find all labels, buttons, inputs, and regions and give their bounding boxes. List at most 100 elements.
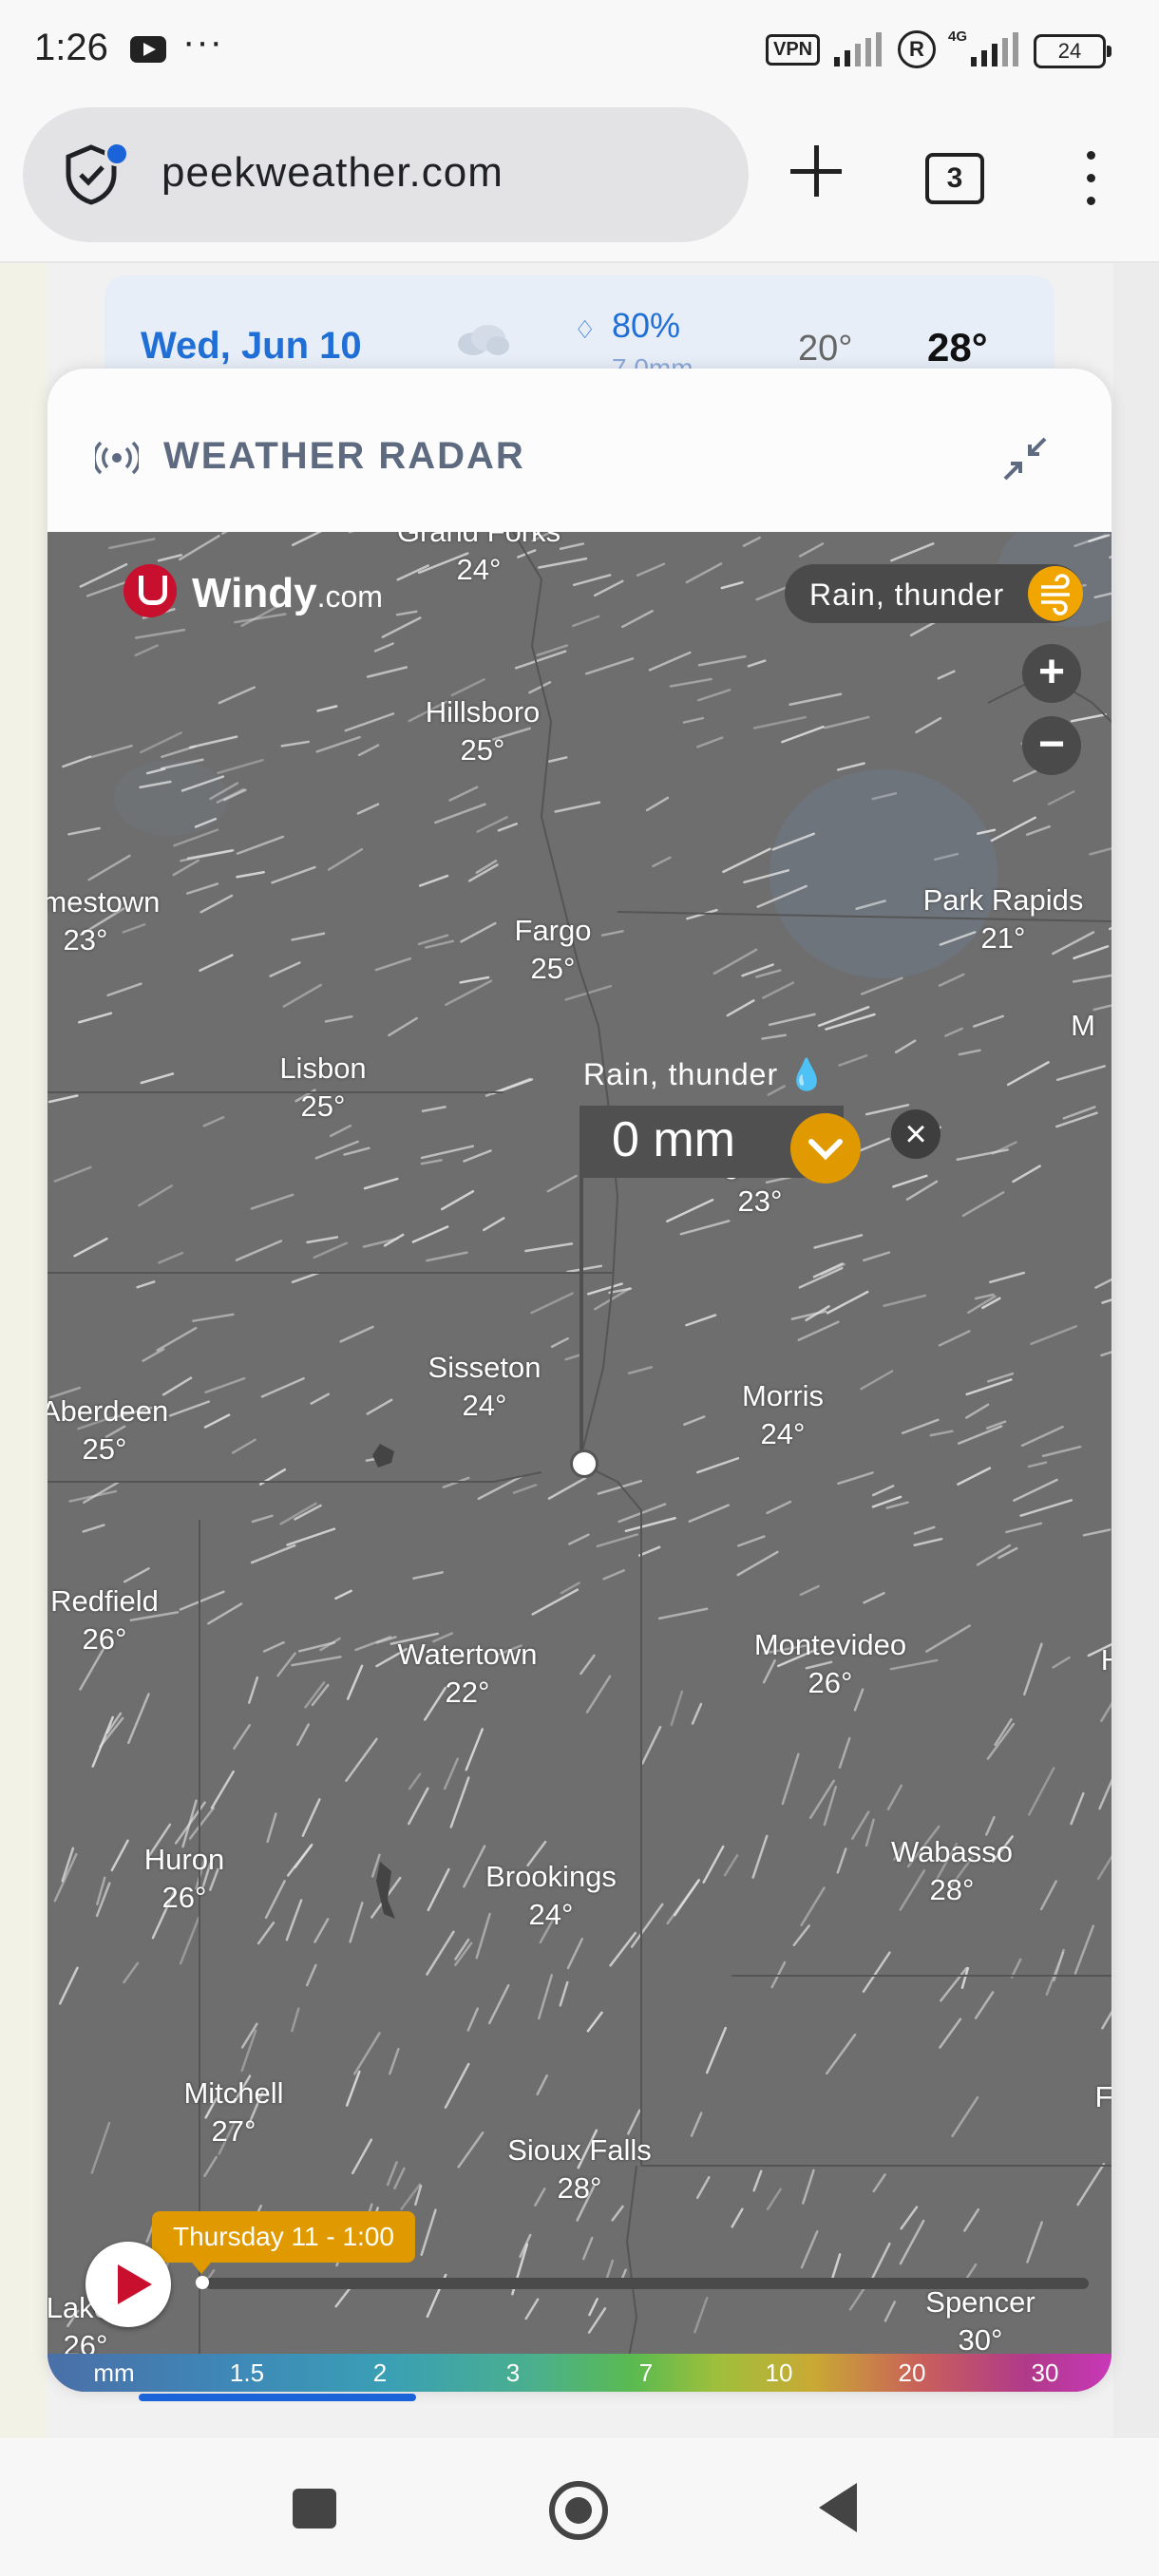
browser-toolbar: peekweather.com 3 (0, 100, 1159, 263)
city-label[interactable]: Sioux Falls 28° (507, 2131, 652, 2207)
popup-value: 0 mm (612, 1112, 735, 1167)
wind-layer-icon[interactable] (1028, 566, 1083, 621)
wind-streak (271, 865, 316, 884)
wind-streak (449, 1776, 470, 1828)
wind-streak (466, 2007, 479, 2032)
wind-streak (1052, 1656, 1071, 1669)
wind-streak (813, 1234, 864, 1249)
scale-value: 7 (638, 2358, 654, 2387)
wind-streak (395, 610, 418, 616)
wind-streak (235, 1240, 283, 1261)
wind-streak (140, 1072, 175, 1085)
wind-streak (465, 1728, 484, 1771)
city-temp: 24° (528, 1898, 574, 1931)
wind-streak (497, 823, 518, 832)
zoom-in-button[interactable]: + (1022, 644, 1081, 703)
city-temp: 21° (980, 921, 1026, 955)
wind-streak (463, 1149, 492, 1163)
wind-streak (752, 2169, 763, 2192)
wind-streak (448, 786, 479, 802)
city-label[interactable]: M (1071, 1007, 1095, 1045)
wind-streak (766, 1500, 792, 1515)
tab-switcher-icon[interactable]: 3 (925, 153, 984, 204)
city-name: Grand Forks (397, 532, 560, 551)
wind-streak (761, 1033, 787, 1040)
city-label[interactable]: H (1101, 1641, 1112, 1679)
scale-value: 3 (505, 2358, 521, 2387)
city-name: Sisseton (428, 1351, 542, 1384)
menu-icon[interactable] (1077, 147, 1106, 210)
city-label[interactable]: Huron 26° (144, 1841, 224, 1917)
wind-streak (260, 1377, 305, 1398)
play-button[interactable] (86, 2242, 171, 2327)
wind-streak (374, 957, 412, 972)
wind-streak (781, 1752, 800, 1806)
city-label[interactable]: Spencer 30° (925, 2283, 1035, 2359)
wind-streak (957, 1467, 992, 1486)
wind-streak (726, 999, 755, 1017)
wind-streak (641, 1726, 662, 1765)
home-icon[interactable] (549, 2481, 608, 2540)
city-temp: 24° (456, 553, 502, 586)
wind-streak (944, 1027, 963, 1037)
layer-selector[interactable]: Rain, thunder (785, 564, 1083, 623)
city-label[interactable]: Brookings 24° (485, 1858, 617, 1934)
city-label[interactable]: Park Rapids 21° (923, 881, 1084, 957)
wind-streak (282, 983, 322, 1008)
city-label[interactable]: Redfield 26° (50, 1582, 159, 1658)
wind-streak (139, 731, 182, 754)
city-label[interactable]: Grand Forks 24° (397, 532, 560, 589)
city-label[interactable]: Fargo 25° (515, 912, 592, 988)
wind-streak (864, 1818, 875, 1847)
wind-streak (685, 1314, 717, 1327)
new-tab-icon[interactable] (785, 140, 847, 202)
close-icon[interactable]: × (891, 1109, 940, 1159)
zoom-out-button[interactable]: − (1022, 716, 1081, 775)
popup-pin-marker[interactable] (570, 1449, 598, 1478)
wind-streak (566, 1264, 603, 1274)
timeline-handle[interactable] (196, 2276, 209, 2289)
wind-streak (524, 2298, 540, 2320)
city-label[interactable]: Wabasso 28° (891, 1833, 1013, 1909)
wind-streak (345, 1737, 378, 1782)
city-label[interactable]: Jamestown 23° (48, 883, 160, 959)
notification-dot (104, 142, 129, 166)
city-label[interactable]: Hillsboro 25° (426, 693, 541, 769)
wind-streak (440, 1190, 475, 1211)
radar-map[interactable]: Windy.com Rain, thunder + − Grand Forks 2… (48, 532, 1112, 2392)
wind-streak (388, 1016, 418, 1037)
city-label[interactable]: Sisseton 24° (428, 1349, 542, 1425)
wind-streak (389, 2047, 400, 2075)
wind-streak (524, 1242, 574, 1253)
wind-streak (179, 1916, 200, 1965)
city-label[interactable]: Morris 24° (742, 1377, 824, 1453)
back-icon[interactable] (819, 2483, 857, 2532)
url-text[interactable]: peekweather.com (162, 149, 504, 197)
city-label[interactable]: Lisbon 25° (279, 1050, 366, 1126)
wind-streak (722, 847, 771, 874)
wind-streak (351, 2138, 373, 2175)
city-temp: 25° (82, 1432, 127, 1466)
address-bar[interactable]: peekweather.com (23, 107, 749, 242)
recents-icon[interactable] (293, 2489, 336, 2529)
wind-streak (636, 562, 666, 578)
wind-streak (600, 930, 624, 937)
city-name: H (1101, 1641, 1112, 1679)
wind-streak (1062, 1106, 1096, 1120)
city-label[interactable]: Montevideo 26° (754, 1626, 906, 1702)
wind-streak (459, 975, 490, 984)
city-label[interactable]: Watertown 22° (397, 1636, 537, 1712)
city-name: Aberdeen (48, 1394, 169, 1428)
collapse-icon[interactable] (1003, 437, 1047, 481)
city-temp: 22° (445, 1676, 490, 1709)
wind-streak (1027, 1461, 1048, 1468)
wind-streak (247, 1676, 259, 1704)
city-label[interactable]: Mitchell 27° (183, 2074, 283, 2150)
city-label[interactable]: F (1095, 2078, 1112, 2116)
wind-streak (1039, 1880, 1057, 1911)
wind-streak (751, 1834, 769, 1879)
timeline-scrubber[interactable] (205, 2278, 1089, 2289)
chevron-down-icon[interactable] (790, 1113, 861, 1184)
wind-streak (199, 954, 234, 972)
city-label[interactable]: Aberdeen 25° (48, 1392, 168, 1468)
